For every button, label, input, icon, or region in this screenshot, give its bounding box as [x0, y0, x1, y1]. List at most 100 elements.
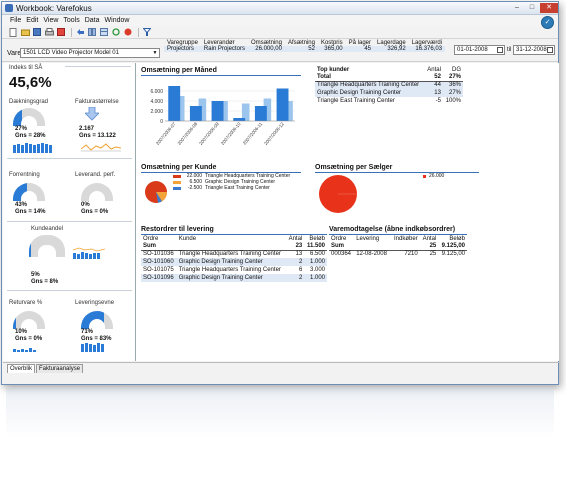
table-row[interactable]: SO-101096 Graphic Design Training Center…	[141, 274, 327, 282]
export-icon[interactable]	[56, 27, 66, 37]
returvare-value: 10%	[15, 329, 28, 335]
bar[interactable]	[233, 118, 246, 121]
kundeandel-line	[73, 247, 105, 252]
stop-icon[interactable]	[123, 27, 133, 37]
divider	[7, 290, 132, 291]
returvare-gns: Gns = 0%	[15, 336, 43, 342]
order-id: SO-101060	[141, 258, 177, 266]
order-antal: 13	[295, 251, 303, 258]
returvare-gauge	[13, 311, 45, 329]
date-to-field[interactable]: 31-12-2008	[513, 45, 555, 55]
menu-tools[interactable]: Tools	[63, 17, 79, 24]
print-icon[interactable]	[44, 27, 54, 37]
customer-dg: 100%	[445, 98, 461, 104]
table-row[interactable]: Graphic Design Training Center 13 27%	[315, 89, 463, 97]
date-from-field[interactable]: 01-01-2008	[454, 45, 505, 55]
kpi-panel: Indeks til SÅ 45,6% Dækningsgrad 27% Gns…	[3, 63, 136, 361]
chevron-down-icon[interactable]: ▼	[151, 49, 159, 57]
order-belob: 6.500	[309, 251, 325, 258]
filter-icon[interactable]	[142, 27, 152, 37]
kunde-legend: 22.000 Triangle Headquarters Training Cen…	[173, 173, 290, 191]
forrentning-label: Forrentning	[9, 172, 40, 178]
legend-value: 26.000	[429, 173, 445, 179]
kundeandel-gns: Gns = 8%	[31, 279, 59, 285]
x-tick-label: 2007/2006-08	[177, 121, 199, 146]
daekningsgrad-trend	[13, 143, 53, 153]
leveringsevne-value: 71%	[81, 329, 94, 335]
bar[interactable]	[168, 86, 181, 121]
menu-view[interactable]: View	[43, 17, 58, 24]
tab-overblik[interactable]: Overblik	[7, 364, 36, 373]
info-value: 326,92	[374, 46, 409, 52]
column-header: Indkøber	[394, 236, 418, 242]
divider	[7, 221, 132, 222]
bar[interactable]	[189, 106, 202, 121]
restordrer-table: Ordre Kunde Antal Beløb Sum 23 11.500 SO…	[141, 236, 327, 282]
columns-icon[interactable]	[87, 27, 97, 37]
open-icon[interactable]	[20, 27, 30, 37]
customer-antal: 13	[424, 89, 443, 97]
undo-icon[interactable]	[75, 27, 85, 37]
table-row[interactable]: SO-101036 Triangle Headquarters Training…	[141, 250, 327, 258]
titlebar: Workbook: Varefokus – □ ✕	[2, 2, 558, 15]
kundeandel-gauge	[29, 235, 65, 257]
total-antal: 52	[424, 73, 443, 82]
forrentning-gns: Gns = 14%	[15, 209, 46, 215]
save-icon[interactable]	[32, 27, 42, 37]
minimize-button[interactable]: –	[510, 3, 524, 13]
dashboard-content: Indeks til SÅ 45,6% Dækningsgrad 27% Gns…	[3, 63, 559, 361]
sum-antal: 25	[419, 242, 439, 251]
calendar-icon[interactable]	[547, 47, 553, 53]
table-row[interactable]: Triangle East Training Center -5 100%	[315, 97, 463, 105]
sum-antal: 23	[286, 242, 305, 251]
omsaetning-saelger-section: Omsætning per Sælger	[315, 164, 479, 173]
omsaetning-kunde-section: Omsætning per Kunde	[141, 164, 301, 173]
po-indkober: 7210	[404, 251, 418, 258]
customer-name: Triangle Headquarters Training Center	[315, 81, 425, 89]
returvare-trend	[13, 345, 37, 352]
refresh-icon[interactable]	[111, 27, 121, 37]
item-info-table: Varegruppe Leverandør Omsætning Afsætnin…	[164, 40, 446, 52]
bar[interactable]	[254, 106, 267, 121]
order-id: SO-101096	[141, 274, 177, 282]
column-header: Antal	[427, 67, 441, 73]
tab-fakturaanalyse[interactable]: Fakturaanalyse	[36, 364, 84, 373]
menu-edit[interactable]: Edit	[26, 17, 38, 24]
new-icon[interactable]	[8, 27, 18, 37]
maximize-button[interactable]: □	[525, 3, 539, 13]
customer-dg: 36%	[442, 81, 463, 89]
bar[interactable]	[276, 88, 289, 122]
sum-blank	[176, 242, 287, 251]
order-belob: 1.000	[304, 258, 327, 266]
menu-window[interactable]: Window	[105, 17, 130, 24]
close-button[interactable]: ✕	[540, 3, 558, 13]
y-tick-label: 2.000	[150, 109, 163, 115]
app-icon	[5, 4, 13, 12]
leverand-gauge	[81, 183, 113, 201]
table-row[interactable]: SO-101060 Graphic Design Training Center…	[141, 258, 327, 266]
vare-select[interactable]: 1501 LCD Video Projector Model 01 ▼	[20, 48, 160, 58]
x-tick-label: 2007/2006-12	[263, 121, 285, 146]
menu-file[interactable]: File	[10, 17, 21, 24]
order-belob: 3.000	[309, 267, 325, 273]
table-row[interactable]: Triangle Headquarters Training Center 44…	[315, 81, 463, 89]
info-value: Projectors	[164, 46, 201, 52]
fakturastorrelse-label: Fakturastørrelse	[75, 99, 119, 105]
sum-blank	[354, 242, 391, 251]
vare-select-value: 1501 LCD Video Projector Model 01	[23, 50, 119, 56]
legend-item: 26.000	[423, 173, 444, 179]
top-kunder-table: Top kunder Antal DG Total 52 27% Triangl…	[315, 67, 463, 105]
forrentning-value: 43%	[15, 202, 28, 208]
index-label: Indeks til SÅ	[9, 65, 43, 71]
table-row[interactable]: 000364 12-08-2008 7210 25 9.125,00	[329, 250, 467, 258]
table-icon[interactable]	[99, 27, 109, 37]
order-id: SO-101075	[143, 267, 174, 273]
menu-data[interactable]: Data	[85, 17, 100, 24]
bar[interactable]	[211, 101, 224, 121]
customer-antal: 44	[424, 81, 443, 89]
calendar-icon[interactable]	[497, 47, 503, 53]
order-antal: 2	[286, 258, 305, 266]
legend-value: -2.500	[187, 185, 202, 191]
table-row[interactable]: SO-101075 Triangle Headquarters Training…	[141, 266, 327, 274]
sum-blank	[390, 242, 420, 251]
